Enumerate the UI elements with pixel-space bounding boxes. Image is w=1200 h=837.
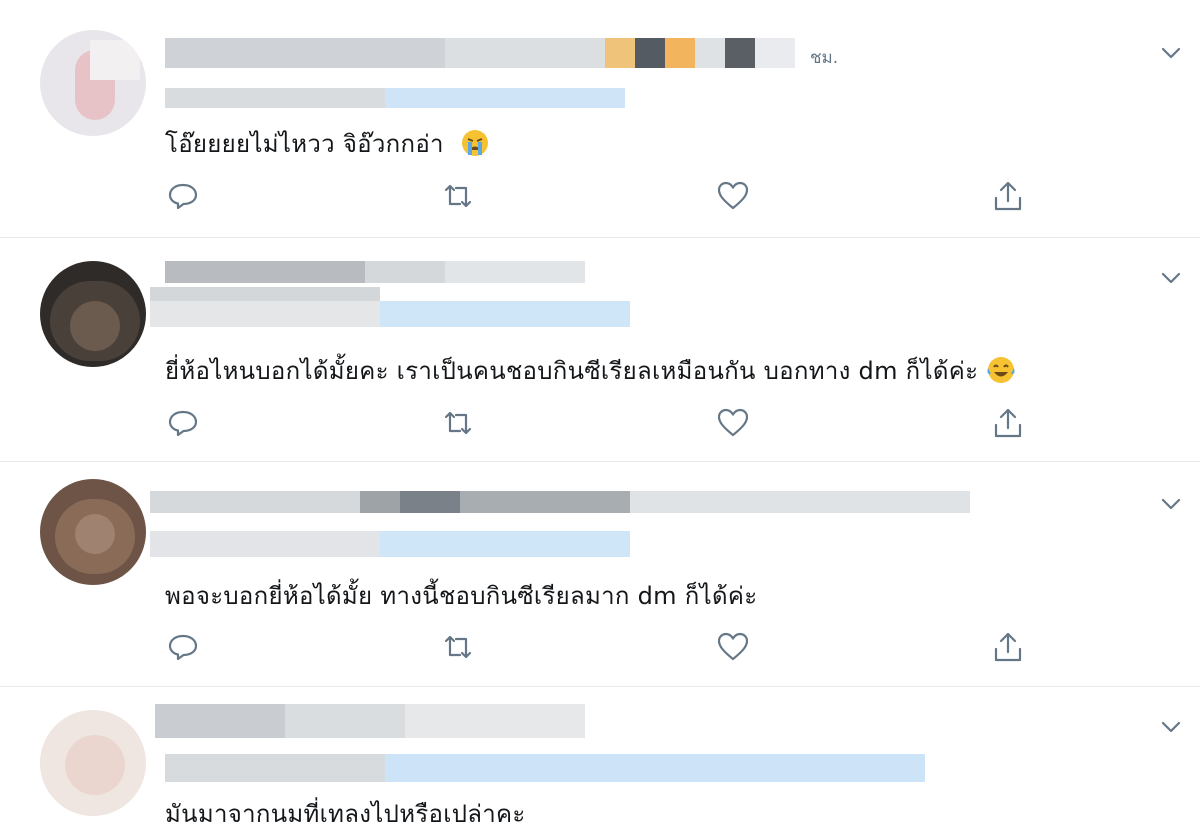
heart-icon [717, 632, 749, 661]
chevron-down-icon[interactable] [1158, 40, 1184, 66]
tweet-item[interactable]: ชม. โอ๊ยยยยไม่ไหวว จิอ๊วกกอ่า [0, 0, 1200, 238]
chevron-down-icon[interactable] [1158, 491, 1184, 517]
retweet-icon [444, 184, 472, 208]
avatar[interactable] [40, 710, 146, 816]
reply-button[interactable] [165, 629, 201, 665]
heart-icon [717, 408, 749, 437]
tweet-text-body: พอจะบอกยี่ห้อได้มั้ย ทางนี้ชอบกินซีเรียล… [165, 582, 758, 610]
tweet-item[interactable]: ยี่ห้อไหนบอกได้มั้ยคะ เราเป็นคนชอบกินซีเ… [0, 237, 1200, 462]
display-name-blurred [150, 491, 970, 513]
share-icon [994, 632, 1022, 662]
retweet-button[interactable] [440, 405, 476, 441]
reply-feed: ชม. โอ๊ยยยยไม่ไหวว จิอ๊วกกอ่า ยี่ห้อไหนบ… [0, 0, 1200, 837]
reply-to-blurred [150, 301, 630, 327]
avatar[interactable] [40, 30, 146, 136]
chevron-down-icon[interactable] [1158, 714, 1184, 740]
reply-button[interactable] [165, 405, 201, 441]
tweet-text-body: ยี่ห้อไหนบอกได้มั้ยคะ เราเป็นคนชอบกินซีเ… [165, 357, 979, 385]
share-icon [994, 408, 1022, 438]
reply-icon [168, 183, 198, 210]
tweet-actions [165, 405, 1045, 441]
reply-to-blurred [150, 531, 630, 557]
tweet-text-body: มันมาจากนมที่เทลงไปหรือเปล่าคะ [165, 800, 526, 828]
tweet-actions [165, 178, 1045, 214]
display-name-blurred [165, 261, 585, 283]
tweet-text-body: โอ๊ยยยยไม่ไหวว จิอ๊วกกอ่า [165, 130, 444, 158]
tears-of-joy-icon [987, 357, 1015, 383]
share-button[interactable] [990, 178, 1026, 214]
share-button[interactable] [990, 405, 1026, 441]
retweet-icon [444, 635, 472, 659]
reply-to-blurred [165, 754, 925, 782]
tweet-actions [165, 629, 1045, 665]
retweet-button[interactable] [440, 629, 476, 665]
tweet-text: โอ๊ยยยยไม่ไหวว จิอ๊วกกอ่า [165, 124, 490, 163]
tweet-item[interactable]: มันมาจากนมที่เทลงไปหรือเปล่าคะ [0, 686, 1200, 837]
share-button[interactable] [990, 629, 1026, 665]
like-button[interactable] [715, 629, 751, 665]
chevron-down-icon[interactable] [1158, 265, 1184, 291]
retweet-icon [444, 411, 472, 435]
tweet-item[interactable]: พอจะบอกยี่ห้อได้มั้ย ทางนี้ชอบกินซีเรียล… [0, 461, 1200, 687]
share-icon [994, 181, 1022, 211]
like-button[interactable] [715, 178, 751, 214]
avatar[interactable] [40, 261, 146, 367]
reply-button[interactable] [165, 178, 201, 214]
reply-icon [168, 634, 198, 661]
reply-to-blurred [165, 88, 625, 108]
display-name-blurred [155, 704, 585, 738]
avatar[interactable] [40, 479, 146, 585]
tweet-timestamp[interactable]: ชม. [810, 44, 838, 71]
tweet-text: พอจะบอกยี่ห้อได้มั้ย ทางนี้ชอบกินซีเรียล… [165, 576, 757, 615]
reply-icon [168, 410, 198, 437]
display-name-blurred [165, 38, 805, 68]
like-button[interactable] [715, 405, 751, 441]
tweet-text: ยี่ห้อไหนบอกได้มั้ยคะ เราเป็นคนชอบกินซีเ… [165, 351, 1016, 390]
heart-icon [717, 181, 749, 210]
tweet-text: มันมาจากนมที่เทลงไปหรือเปล่าคะ [165, 794, 526, 833]
crying-face-icon [461, 130, 488, 156]
retweet-button[interactable] [440, 178, 476, 214]
